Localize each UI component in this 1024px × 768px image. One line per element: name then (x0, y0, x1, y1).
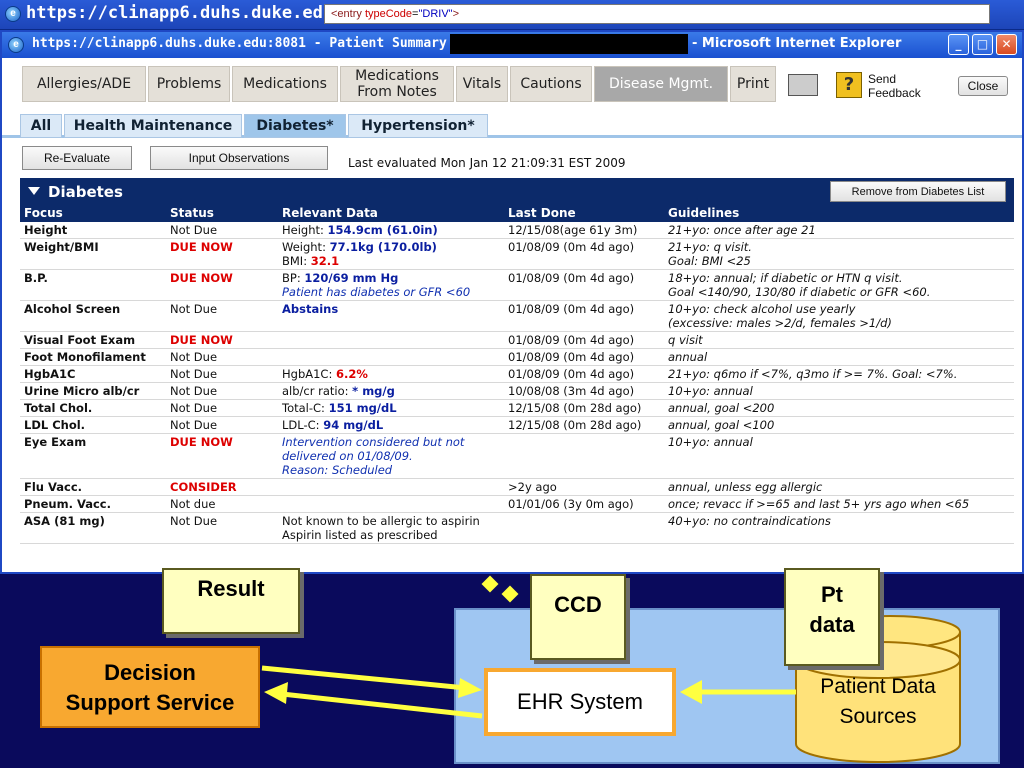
result-note: Result (162, 568, 300, 634)
ehr-system-box: EHR System (484, 668, 676, 736)
pt-data-line-2: data (809, 612, 855, 637)
ccd-note: CCD (530, 574, 626, 660)
sources-to-ehr-arrow (680, 680, 796, 704)
pds-line-1: Patient Data (820, 675, 936, 698)
pt-data-line-1: Pt (821, 582, 843, 607)
patient-data-sources-label: Patient Data Sources (794, 672, 962, 738)
dss-line-2: Support Service (65, 690, 235, 715)
pds-line-2: Sources (839, 705, 917, 728)
dss-line-1: Decision (104, 660, 196, 685)
pt-data-note: Pt data (784, 568, 880, 666)
decision-support-service-box: Decision Support Service (40, 646, 260, 728)
